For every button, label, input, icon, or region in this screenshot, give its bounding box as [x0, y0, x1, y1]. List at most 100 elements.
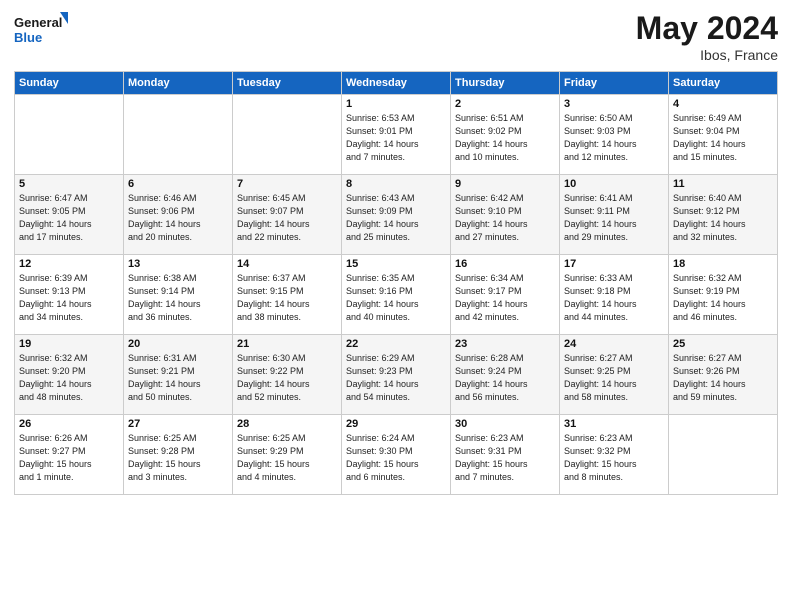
- day-info: Sunrise: 6:53 AMSunset: 9:01 PMDaylight:…: [346, 112, 446, 164]
- day-info: Sunrise: 6:24 AMSunset: 9:30 PMDaylight:…: [346, 432, 446, 484]
- day-number: 13: [128, 258, 228, 270]
- day-info: Sunrise: 6:33 AMSunset: 9:18 PMDaylight:…: [564, 272, 664, 324]
- table-row: 28 Sunrise: 6:25 AMSunset: 9:29 PMDayligh…: [233, 415, 342, 495]
- day-info: Sunrise: 6:28 AMSunset: 9:24 PMDaylight:…: [455, 352, 555, 404]
- day-info: Sunrise: 6:26 AMSunset: 9:27 PMDaylight:…: [19, 432, 119, 484]
- day-info: Sunrise: 6:47 AMSunset: 9:05 PMDaylight:…: [19, 192, 119, 244]
- table-row: [124, 95, 233, 175]
- week-row-5: 26 Sunrise: 6:26 AMSunset: 9:27 PMDayligh…: [15, 415, 778, 495]
- table-row: 26 Sunrise: 6:26 AMSunset: 9:27 PMDayligh…: [15, 415, 124, 495]
- day-info: Sunrise: 6:49 AMSunset: 9:04 PMDaylight:…: [673, 112, 773, 164]
- day-number: 26: [19, 418, 119, 430]
- header-tuesday: Tuesday: [233, 72, 342, 95]
- table-row: 31Sunrise: 6:23 AMSunset: 9:32 PMDayligh…: [560, 415, 669, 495]
- header: General Blue May 2024 Ibos, France: [14, 10, 778, 63]
- day-number: 11: [673, 178, 773, 190]
- header-thursday: Thursday: [451, 72, 560, 95]
- day-info: Sunrise: 6:27 AMSunset: 9:26 PMDaylight:…: [673, 352, 773, 404]
- day-number: 28: [237, 418, 337, 430]
- day-number: 29: [346, 418, 446, 430]
- header-saturday: Saturday: [669, 72, 778, 95]
- table-row: 30Sunrise: 6:23 AMSunset: 9:31 PMDayligh…: [451, 415, 560, 495]
- day-info: Sunrise: 6:34 AMSunset: 9:17 PMDaylight:…: [455, 272, 555, 324]
- week-row-4: 19Sunrise: 6:32 AMSunset: 9:20 PMDayligh…: [15, 335, 778, 415]
- table-row: 8 Sunrise: 6:43 AMSunset: 9:09 PMDaylight…: [342, 175, 451, 255]
- table-row: 25 Sunrise: 6:27 AMSunset: 9:26 PMDayligh…: [669, 335, 778, 415]
- table-row: 9 Sunrise: 6:42 AMSunset: 9:10 PMDaylight…: [451, 175, 560, 255]
- table-row: 29 Sunrise: 6:24 AMSunset: 9:30 PMDayligh…: [342, 415, 451, 495]
- day-number: 8: [346, 178, 446, 190]
- day-info: Sunrise: 6:35 AMSunset: 9:16 PMDaylight:…: [346, 272, 446, 324]
- day-number: 23: [455, 338, 555, 350]
- logo: General Blue: [14, 10, 69, 48]
- day-info: Sunrise: 6:32 AMSunset: 9:20 PMDaylight:…: [19, 352, 119, 404]
- day-info: Sunrise: 6:39 AMSunset: 9:13 PMDaylight:…: [19, 272, 119, 324]
- table-row: [669, 415, 778, 495]
- day-info: Sunrise: 6:29 AMSunset: 9:23 PMDaylight:…: [346, 352, 446, 404]
- day-info: Sunrise: 6:32 AMSunset: 9:19 PMDaylight:…: [673, 272, 773, 324]
- svg-text:Blue: Blue: [14, 30, 42, 45]
- weekday-header-row: Sunday Monday Tuesday Wednesday Thursday…: [15, 72, 778, 95]
- header-wednesday: Wednesday: [342, 72, 451, 95]
- table-row: 2Sunrise: 6:51 AMSunset: 9:02 PMDaylight…: [451, 95, 560, 175]
- day-info: Sunrise: 6:30 AMSunset: 9:22 PMDaylight:…: [237, 352, 337, 404]
- day-number: 20: [128, 338, 228, 350]
- day-info: Sunrise: 6:25 AMSunset: 9:29 PMDaylight:…: [237, 432, 337, 484]
- table-row: 7Sunrise: 6:45 AMSunset: 9:07 PMDaylight…: [233, 175, 342, 255]
- table-row: 3 Sunrise: 6:50 AMSunset: 9:03 PMDaylight…: [560, 95, 669, 175]
- week-row-1: 1 Sunrise: 6:53 AMSunset: 9:01 PMDaylight…: [15, 95, 778, 175]
- day-number: 15: [346, 258, 446, 270]
- table-row: 27 Sunrise: 6:25 AMSunset: 9:28 PMDayligh…: [124, 415, 233, 495]
- day-info: Sunrise: 6:38 AMSunset: 9:14 PMDaylight:…: [128, 272, 228, 324]
- day-info: Sunrise: 6:25 AMSunset: 9:28 PMDaylight:…: [128, 432, 228, 484]
- day-number: 24: [564, 338, 664, 350]
- day-info: Sunrise: 6:41 AMSunset: 9:11 PMDaylight:…: [564, 192, 664, 244]
- table-row: 22 Sunrise: 6:29 AMSunset: 9:23 PMDayligh…: [342, 335, 451, 415]
- table-row: 10 Sunrise: 6:41 AMSunset: 9:11 PMDayligh…: [560, 175, 669, 255]
- day-number: 14: [237, 258, 337, 270]
- table-row: 20 Sunrise: 6:31 AMSunset: 9:21 PMDayligh…: [124, 335, 233, 415]
- day-info: Sunrise: 6:46 AMSunset: 9:06 PMDaylight:…: [128, 192, 228, 244]
- table-row: 1 Sunrise: 6:53 AMSunset: 9:01 PMDaylight…: [342, 95, 451, 175]
- day-number: 21: [237, 338, 337, 350]
- table-row: 15 Sunrise: 6:35 AMSunset: 9:16 PMDayligh…: [342, 255, 451, 335]
- table-row: 23 Sunrise: 6:28 AMSunset: 9:24 PMDayligh…: [451, 335, 560, 415]
- title-block: May 2024 Ibos, France: [636, 10, 778, 63]
- day-info: Sunrise: 6:42 AMSunset: 9:10 PMDaylight:…: [455, 192, 555, 244]
- table-row: [233, 95, 342, 175]
- header-friday: Friday: [560, 72, 669, 95]
- table-row: 24Sunrise: 6:27 AMSunset: 9:25 PMDayligh…: [560, 335, 669, 415]
- day-number: 18: [673, 258, 773, 270]
- day-number: 16: [455, 258, 555, 270]
- header-sunday: Sunday: [15, 72, 124, 95]
- day-info: Sunrise: 6:31 AMSunset: 9:21 PMDaylight:…: [128, 352, 228, 404]
- table-row: 18 Sunrise: 6:32 AMSunset: 9:19 PMDayligh…: [669, 255, 778, 335]
- day-number: 1: [346, 98, 446, 110]
- week-row-3: 12 Sunrise: 6:39 AMSunset: 9:13 PMDayligh…: [15, 255, 778, 335]
- table-row: 13 Sunrise: 6:38 AMSunset: 9:14 PMDayligh…: [124, 255, 233, 335]
- day-number: 22: [346, 338, 446, 350]
- day-info: Sunrise: 6:43 AMSunset: 9:09 PMDaylight:…: [346, 192, 446, 244]
- day-number: 25: [673, 338, 773, 350]
- day-number: 6: [128, 178, 228, 190]
- day-number: 3: [564, 98, 664, 110]
- table-row: 16 Sunrise: 6:34 AMSunset: 9:17 PMDayligh…: [451, 255, 560, 335]
- day-info: Sunrise: 6:23 AMSunset: 9:31 PMDaylight:…: [455, 432, 555, 484]
- day-number: 2: [455, 98, 555, 110]
- day-info: Sunrise: 6:50 AMSunset: 9:03 PMDaylight:…: [564, 112, 664, 164]
- day-number: 12: [19, 258, 119, 270]
- day-number: 5: [19, 178, 119, 190]
- table-row: 14Sunrise: 6:37 AMSunset: 9:15 PMDayligh…: [233, 255, 342, 335]
- day-info: Sunrise: 6:23 AMSunset: 9:32 PMDaylight:…: [564, 432, 664, 484]
- day-number: 9: [455, 178, 555, 190]
- table-row: 12 Sunrise: 6:39 AMSunset: 9:13 PMDayligh…: [15, 255, 124, 335]
- day-number: 27: [128, 418, 228, 430]
- day-number: 17: [564, 258, 664, 270]
- table-row: 11 Sunrise: 6:40 AMSunset: 9:12 PMDayligh…: [669, 175, 778, 255]
- table-row: 17 Sunrise: 6:33 AMSunset: 9:18 PMDayligh…: [560, 255, 669, 335]
- day-number: 10: [564, 178, 664, 190]
- day-info: Sunrise: 6:40 AMSunset: 9:12 PMDaylight:…: [673, 192, 773, 244]
- table-row: [15, 95, 124, 175]
- day-number: 4: [673, 98, 773, 110]
- table-row: 5 Sunrise: 6:47 AMSunset: 9:05 PMDaylight…: [15, 175, 124, 255]
